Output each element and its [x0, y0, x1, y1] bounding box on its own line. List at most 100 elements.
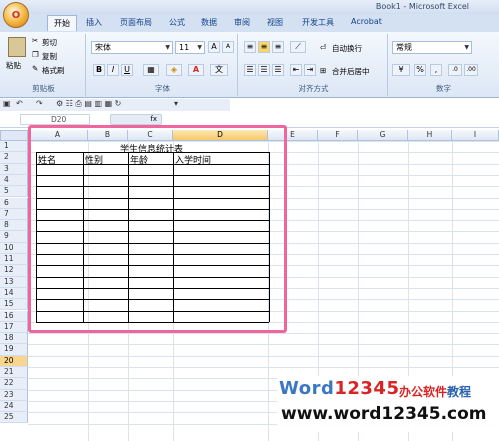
align-top-icon[interactable]: ≡ — [244, 41, 256, 53]
tab-acrobat[interactable]: Acrobat — [351, 17, 382, 26]
row-header-10[interactable]: 10 — [0, 242, 28, 254]
tab-formulas[interactable]: 公式 — [169, 17, 185, 28]
window-title: Book1 - Microsoft Excel — [375, 2, 469, 11]
column-header-b[interactable]: B — [88, 130, 128, 141]
row-header-4[interactable]: 4 — [0, 174, 28, 187]
font-size-select[interactable]: 11 ▼ — [175, 41, 205, 54]
header-cell[interactable]: 入学时间 — [175, 153, 211, 166]
office-logo-icon: O — [11, 9, 21, 21]
row-header-11[interactable]: 11 — [0, 254, 28, 266]
table-border-h — [36, 299, 269, 301]
format-painter-button[interactable]: 格式刷 — [42, 65, 65, 76]
increase-decimal-icon[interactable]: .0 — [448, 64, 462, 76]
row-header-8[interactable]: 8 — [0, 220, 28, 232]
number-group-label: 数字 — [436, 84, 451, 93]
row-header-5[interactable]: 5 — [0, 186, 28, 198]
orientation-icon[interactable]: ⟋ — [290, 41, 306, 53]
customize-qat-button[interactable]: ▾ — [174, 99, 178, 108]
tab-insert[interactable]: 插入 — [86, 17, 102, 28]
wrap-text-button[interactable]: 自动换行 — [332, 43, 362, 54]
copy-button[interactable]: 复制 — [42, 51, 57, 62]
row-header-1[interactable]: 1 — [0, 141, 28, 153]
row-header-15[interactable]: 15 — [0, 299, 28, 311]
border-icon[interactable]: ▦ — [143, 64, 159, 76]
select-all-corner[interactable] — [0, 130, 28, 141]
row-header-7[interactable]: 7 — [0, 208, 28, 221]
phonetic-icon[interactable]: 文 — [210, 64, 228, 76]
row-header-13[interactable]: 13 — [0, 276, 28, 288]
row-header-24[interactable]: 24 — [0, 400, 28, 413]
align-bottom-icon[interactable]: ≡ — [272, 41, 284, 53]
table-border-h — [36, 265, 269, 267]
row-header-2[interactable]: 2 — [0, 152, 28, 164]
column-header-d[interactable]: D — [173, 130, 268, 141]
column-header-c[interactable]: C — [128, 130, 173, 141]
header-cell[interactable]: 姓名 — [38, 153, 56, 166]
row-header-23[interactable]: 23 — [0, 389, 28, 401]
comma-button[interactable]: , — [430, 64, 442, 76]
paste-button[interactable]: 粘贴 — [6, 60, 21, 71]
header-cell[interactable]: 性别 — [85, 153, 103, 166]
tab-view[interactable]: 视图 — [267, 17, 283, 28]
align-middle-icon[interactable]: ≡ — [258, 41, 270, 53]
fill-color-icon[interactable]: ◈ — [166, 64, 182, 76]
increase-indent-icon[interactable]: ⇥ — [304, 64, 316, 76]
column-header-a[interactable]: A — [28, 130, 88, 141]
column-header-g[interactable]: G — [358, 130, 408, 141]
currency-icon[interactable]: ¥ — [392, 64, 410, 76]
merge-center-button[interactable]: 合并后居中 — [332, 66, 370, 77]
watermark-cn: 办公软件教程 — [399, 383, 471, 400]
row-header-19[interactable]: 19 — [0, 344, 28, 356]
column-header-f[interactable]: F — [318, 130, 358, 141]
row-header-9[interactable]: 9 — [0, 231, 28, 243]
align-right-icon[interactable]: ☰ — [272, 64, 284, 76]
column-header-h[interactable]: H — [408, 130, 452, 141]
underline-button[interactable]: U — [121, 64, 133, 76]
row-header-17[interactable]: 17 — [0, 321, 28, 334]
gridline — [28, 355, 499, 357]
table-border-h — [36, 287, 269, 289]
row-header-3[interactable]: 3 — [0, 163, 28, 175]
tab-data[interactable]: 数据 — [201, 17, 217, 28]
name-box[interactable]: D20 — [20, 114, 90, 125]
row-header-18[interactable]: 18 — [0, 333, 28, 345]
row-header-6[interactable]: 6 — [0, 197, 28, 209]
row-header-20[interactable]: 20 — [0, 355, 28, 367]
table-border-h — [36, 321, 269, 323]
row-header-21[interactable]: 21 — [0, 367, 28, 379]
percent-button[interactable]: % — [414, 64, 426, 76]
header-cell[interactable]: 年龄 — [130, 153, 148, 166]
grow-font-button[interactable]: A — [208, 41, 220, 53]
italic-button[interactable]: I — [107, 64, 119, 76]
tab-page-layout[interactable]: 页面布局 — [120, 17, 152, 28]
table-border-v — [173, 152, 174, 322]
row-header-12[interactable]: 12 — [0, 265, 28, 277]
undo-icon[interactable]: ↶ — [16, 99, 23, 108]
save-icon[interactable]: ▣ — [3, 99, 11, 108]
tab-review[interactable]: 审阅 — [234, 17, 250, 28]
cut-button[interactable]: 剪切 — [42, 37, 57, 48]
shrink-font-button[interactable]: A — [222, 41, 234, 53]
column-header-e[interactable]: E — [268, 130, 318, 141]
decrease-decimal-icon[interactable]: .00 — [464, 64, 478, 76]
tab-developer[interactable]: 开发工具 — [302, 17, 334, 28]
row-header-25[interactable]: 25 — [0, 412, 28, 424]
fx-button[interactable]: fx — [110, 114, 162, 125]
office-button[interactable]: O — [3, 2, 29, 28]
row-header-22[interactable]: 22 — [0, 378, 28, 390]
row-header-16[interactable]: 16 — [0, 310, 28, 322]
align-center-icon[interactable]: ☰ — [258, 64, 270, 76]
decrease-indent-icon[interactable]: ⇤ — [290, 64, 302, 76]
toolbar-icons[interactable]: ⚙ ☷ ⎙ ▤ ▥ ▦ ↻ — [56, 99, 121, 109]
row-header-14[interactable]: 14 — [0, 287, 28, 300]
bold-button[interactable]: B — [93, 64, 105, 76]
align-left-icon[interactable]: ☰ — [244, 64, 256, 76]
number-format-select[interactable]: 常规 ▼ — [392, 41, 472, 54]
redo-icon[interactable]: ↷ — [36, 99, 43, 108]
font-color-icon[interactable]: A — [188, 64, 204, 76]
font-name-select[interactable]: 宋体 ▼ — [91, 41, 173, 54]
tab-home[interactable]: 开始 — [47, 15, 77, 31]
column-header-i[interactable]: I — [452, 130, 499, 141]
font-group: 宋体 ▼ 11 ▼ A A B I U ▦ ◈ A 文 字体 — [88, 34, 238, 96]
table-border-v — [83, 152, 84, 322]
